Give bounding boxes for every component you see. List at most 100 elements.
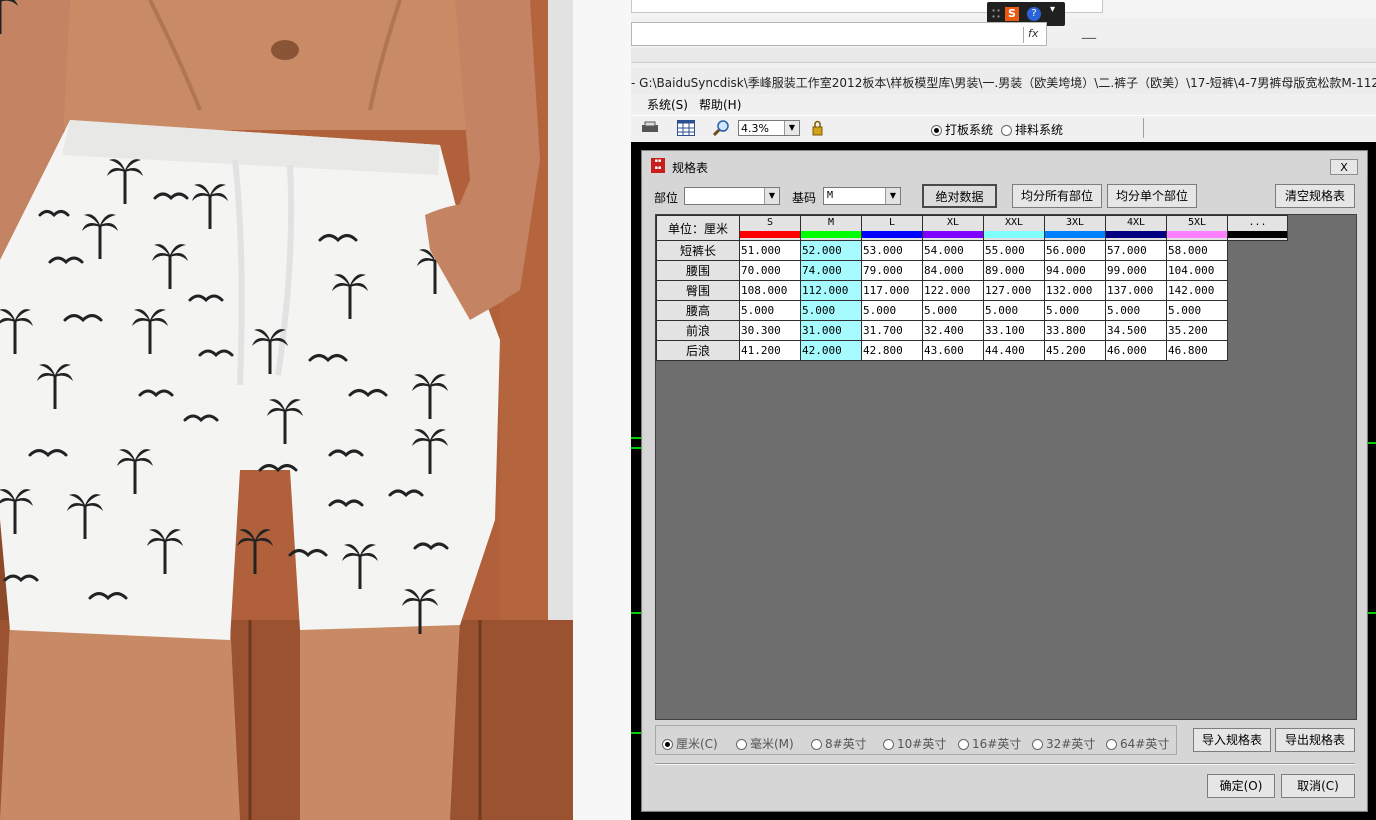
table-cell[interactable]: 117.000 [861, 280, 923, 301]
table-cell[interactable]: 45.200 [1044, 340, 1106, 361]
fx-button[interactable]: fx [1023, 27, 1043, 43]
measurement-name[interactable]: 臀围 [656, 280, 740, 301]
size-column-header[interactable]: 3XL [1044, 215, 1106, 241]
table-cell[interactable]: 52.000 [800, 240, 862, 261]
unit-option[interactable]: 厘米(C) [662, 735, 718, 752]
base-size-select[interactable]: M ▼ [823, 187, 901, 205]
table-cell[interactable]: 122.000 [922, 280, 984, 301]
table-cell[interactable]: 33.100 [983, 320, 1045, 341]
table-cell[interactable]: 44.400 [983, 340, 1045, 361]
part-select[interactable]: ▼ [684, 187, 780, 205]
table-cell[interactable]: 31.700 [861, 320, 923, 341]
table-cell[interactable]: 5.000 [1105, 300, 1167, 321]
size-column-header[interactable]: XXL [983, 215, 1045, 241]
table-cell[interactable]: 46.000 [1105, 340, 1167, 361]
chevron-down-icon[interactable]: ▼ [764, 188, 779, 204]
unit-option[interactable]: 8#英寸 [811, 735, 867, 752]
printer-icon[interactable] [641, 120, 659, 136]
table-cell[interactable]: 57.000 [1105, 240, 1167, 261]
chevron-down-icon[interactable]: ▼ [885, 188, 900, 204]
table-cell[interactable]: 99.000 [1105, 260, 1167, 281]
table-cell[interactable]: 70.000 [739, 260, 801, 281]
distribute-one-button[interactable]: 均分单个部位 [1107, 184, 1197, 208]
table-cell[interactable]: 5.000 [1044, 300, 1106, 321]
absolute-data-button[interactable]: 绝对数据 [922, 184, 997, 208]
unit-option[interactable]: 10#英寸 [883, 735, 946, 752]
unit-option[interactable]: 16#英寸 [958, 735, 1021, 752]
mode-layout-radio[interactable]: 排料系统 [1001, 121, 1063, 138]
size-column-header[interactable]: 5XL [1166, 215, 1228, 241]
table-cell[interactable]: 79.000 [861, 260, 923, 281]
measurement-name[interactable]: 短裤长 [656, 240, 740, 261]
table-cell[interactable]: 5.000 [922, 300, 984, 321]
table-cell[interactable]: 132.000 [1044, 280, 1106, 301]
zoom-icon[interactable] [712, 120, 731, 137]
measurement-name[interactable]: 后浪 [656, 340, 740, 361]
size-column-header[interactable]: XL [922, 215, 984, 241]
table-cell[interactable]: 5.000 [861, 300, 923, 321]
chevron-down-icon[interactable]: ▼ [784, 121, 799, 135]
size-column-header[interactable]: L [861, 215, 923, 241]
table-cell[interactable]: 43.600 [922, 340, 984, 361]
table-cell[interactable]: 41.200 [739, 340, 801, 361]
table-cell[interactable]: 58.000 [1166, 240, 1228, 261]
formula-bar[interactable] [631, 22, 1047, 46]
ok-button[interactable]: 确定(O) [1207, 774, 1275, 798]
menu-icon[interactable]: ▾ [1050, 5, 1055, 15]
table-cell[interactable]: 5.000 [739, 300, 801, 321]
sogou-ime-icon[interactable]: S [1005, 7, 1019, 21]
table-cell[interactable]: 74.000 [800, 260, 862, 281]
table-cell[interactable]: 142.000 [1166, 280, 1228, 301]
menu-help[interactable]: 帮助(H) [699, 96, 741, 113]
table-cell[interactable]: 46.800 [1166, 340, 1228, 361]
zoom-select[interactable]: 4.3% ▼ [738, 120, 800, 136]
table-cell[interactable]: 89.000 [983, 260, 1045, 281]
unit-option[interactable]: 32#英寸 [1032, 735, 1095, 752]
lock-icon[interactable] [809, 120, 827, 136]
table-cell[interactable]: 56.000 [1044, 240, 1106, 261]
table-cell[interactable]: 42.000 [800, 340, 862, 361]
table-cell[interactable]: 32.400 [922, 320, 984, 341]
table-cell[interactable]: 137.000 [1105, 280, 1167, 301]
table-cell[interactable]: 55.000 [983, 240, 1045, 261]
table-cell[interactable]: 53.000 [861, 240, 923, 261]
table-cell[interactable]: 5.000 [1166, 300, 1228, 321]
table-cell[interactable]: 127.000 [983, 280, 1045, 301]
table-cell[interactable]: 84.000 [922, 260, 984, 281]
table-cell[interactable]: 42.800 [861, 340, 923, 361]
table-cell[interactable]: 33.800 [1044, 320, 1106, 341]
table-cell[interactable]: 35.200 [1166, 320, 1228, 341]
table-cell[interactable]: 31.000 [800, 320, 862, 341]
mode-pattern-radio[interactable]: 打板系统 [931, 121, 993, 138]
size-column-header[interactable]: M [800, 215, 862, 241]
import-chart-button[interactable]: 导入规格表 [1193, 728, 1271, 752]
table-cell[interactable]: 104.000 [1166, 260, 1228, 281]
measurement-name[interactable]: 腰高 [656, 300, 740, 321]
clear-chart-button[interactable]: 清空规格表 [1275, 184, 1355, 208]
table-cell[interactable]: 112.000 [800, 280, 862, 301]
table-cell[interactable]: 108.000 [739, 280, 801, 301]
table-cell[interactable]: 5.000 [983, 300, 1045, 321]
table-cell[interactable]: 5.000 [800, 300, 862, 321]
table-cell[interactable]: 51.000 [739, 240, 801, 261]
size-column-header[interactable]: S [739, 215, 801, 241]
table-cell[interactable]: 30.300 [739, 320, 801, 341]
export-chart-button[interactable]: 导出规格表 [1275, 728, 1355, 752]
help-icon[interactable]: ? [1027, 7, 1041, 21]
distribute-all-button[interactable]: 均分所有部位 [1012, 184, 1102, 208]
menu-system[interactable]: 系统(S) [647, 96, 688, 113]
table-cell[interactable]: 94.000 [1044, 260, 1106, 281]
close-button[interactable]: X [1330, 159, 1358, 175]
measurement-name[interactable]: 腰围 [656, 260, 740, 281]
cancel-button[interactable]: 取消(C) [1281, 774, 1355, 798]
unit-option[interactable]: 毫米(M) [736, 735, 794, 752]
size-column-header[interactable]: 4XL [1105, 215, 1167, 241]
mode-layout-label: 排料系统 [1015, 123, 1064, 137]
size-column-header[interactable]: ... [1227, 215, 1288, 241]
table-cell[interactable]: 34.500 [1105, 320, 1167, 341]
unit-option[interactable]: 64#英寸 [1106, 735, 1169, 752]
table-icon[interactable] [677, 120, 695, 136]
measurement-name[interactable]: 前浪 [656, 320, 740, 341]
minimize-icon[interactable]: — [1081, 28, 1097, 47]
table-cell[interactable]: 54.000 [922, 240, 984, 261]
